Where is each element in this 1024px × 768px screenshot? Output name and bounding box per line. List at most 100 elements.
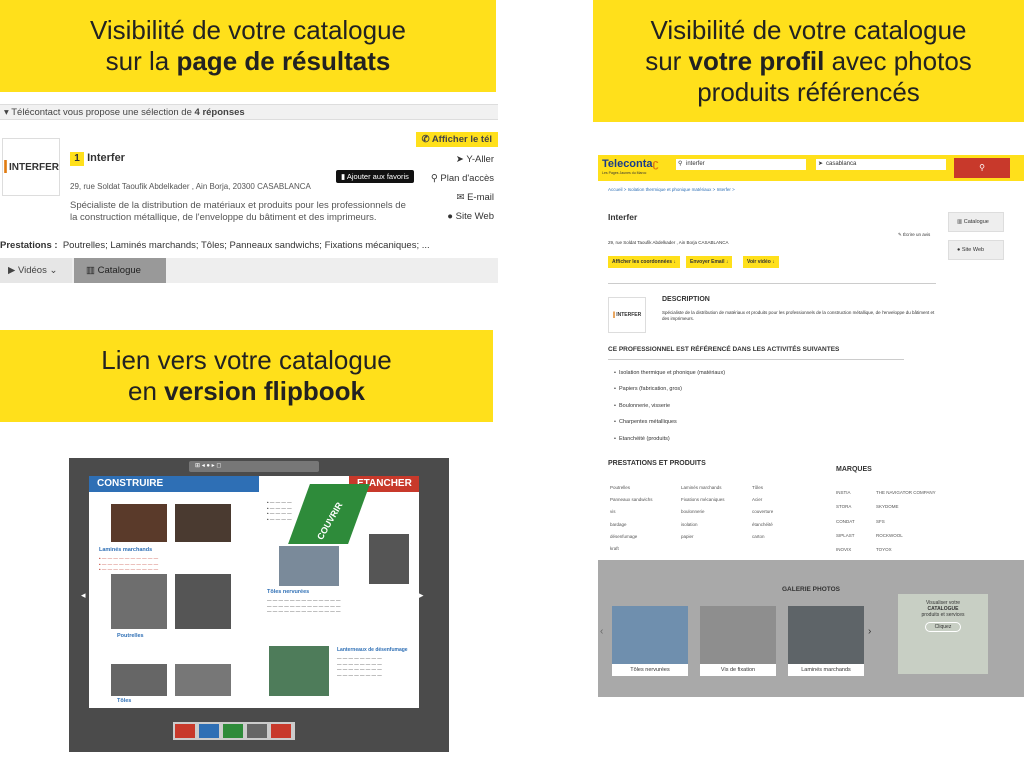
flipbook-caption-line1: Lien vers votre catalogue [101, 345, 392, 375]
location-value: casablanca [826, 161, 857, 167]
prestation-item[interactable]: papier [681, 534, 694, 539]
thumbnail[interactable] [247, 724, 267, 738]
gallery-prev-icon[interactable]: ‹ [600, 626, 603, 637]
show-contact-button[interactable]: Afficher les coordonnées ↓ [608, 256, 680, 268]
gallery-item[interactable]: Tôles nervurées [612, 606, 688, 676]
results-caption: Visibilité de votre catalogue sur la pag… [0, 0, 496, 92]
thumbnail[interactable] [199, 724, 219, 738]
profile-company-name: Interfer [608, 212, 638, 222]
gallery-next-icon[interactable]: › [868, 626, 871, 637]
prestations-list[interactable]: Poutrelles; Laminés marchands; Tôles; Pa… [63, 240, 430, 251]
prestation-item[interactable]: Fixations mécaniques [681, 497, 725, 502]
section-title: Tôles [117, 698, 132, 704]
activity-item[interactable]: • Charpentes métalliques [614, 419, 677, 425]
cta-button[interactable]: Cliquez [925, 622, 961, 632]
page-thumbnails[interactable] [173, 722, 295, 740]
brand-item[interactable]: INOVIX [836, 547, 851, 552]
breadcrumb[interactable]: Accueil > Isolation thermique et phoniqu… [608, 187, 735, 192]
prestation-item[interactable]: désenfumage [610, 534, 637, 539]
search-icon: ⚲ [678, 161, 683, 167]
next-page-icon[interactable]: ▸ [419, 590, 424, 601]
book-icon: ▥ [957, 219, 964, 225]
divider [608, 283, 936, 284]
thumbnail[interactable] [175, 724, 195, 738]
map-link[interactable]: ⚲ Plan d'accès [431, 173, 494, 184]
flipbook-left-page[interactable]: CONSTRUIRE Laminés marchands • — — — — —… [89, 476, 259, 708]
gallery-item[interactable]: Laminés marchands [788, 606, 864, 676]
brand-name: Teleconta [602, 158, 653, 170]
activity-item[interactable]: • Etanchéité (produits) [614, 436, 670, 442]
prestation-item[interactable]: Poutrelles [610, 485, 630, 490]
prestation-item[interactable]: couverture [752, 509, 773, 514]
side-website-button[interactable]: ● Site Web [948, 240, 1004, 260]
tab-videos[interactable]: ▶ Vidéos ⌄ [0, 258, 72, 283]
prestation-item[interactable]: vis [610, 509, 616, 514]
thumbnail[interactable] [223, 724, 243, 738]
map-pin-icon: ⚲ [430, 173, 441, 184]
company-name[interactable]: Interfer [87, 152, 125, 164]
brand-item[interactable]: TOYOX [876, 547, 892, 552]
brand-item[interactable]: SIPLAST [836, 533, 855, 538]
show-contact-label: Afficher les coordonnées [612, 259, 673, 265]
prestation-item[interactable]: boulonnerie [681, 509, 705, 514]
activity-item[interactable]: • Papiers (fabrication, gros) [614, 386, 682, 392]
tab-catalogue-label: Catalogue [97, 265, 141, 276]
brand-item[interactable]: INSTIA [836, 490, 851, 495]
send-email-button[interactable]: Envoyer Email ↓ [686, 256, 733, 268]
thumbnail[interactable] [271, 724, 291, 738]
brand-item[interactable]: THE NAVIGATOR COMPANY [876, 490, 936, 495]
brand-item[interactable]: ROCKWOOL [876, 533, 903, 538]
description-title: DESCRIPTION [662, 296, 710, 303]
site-logo[interactable]: Telecontaʗ [602, 158, 659, 170]
company-logo[interactable]: I INTERFER [2, 138, 60, 196]
write-review-link[interactable]: ✎ Écrire un avis [898, 232, 930, 238]
website-link[interactable]: ● Site Web [447, 211, 494, 222]
gallery-item[interactable]: Vis de fixation [700, 606, 776, 676]
toolbar-controls-icon[interactable]: ⊞ ◂ ● ▸ ◻ [195, 462, 221, 469]
search-input[interactable]: interfer [676, 159, 806, 170]
location-input[interactable]: casablanca [816, 159, 946, 170]
prestation-item[interactable]: Tôles [752, 485, 763, 490]
directions-link[interactable]: ➤ Y-Aller [456, 154, 494, 165]
brand-item[interactable]: SKYDOME [876, 504, 899, 509]
prestation-item[interactable]: Laminés marchands [681, 485, 722, 490]
prestation-item[interactable]: Acier [752, 497, 762, 502]
text-block: • — — — — • — — — — • — — — — • — — — — [267, 500, 292, 522]
brand-item[interactable]: SFS [876, 519, 885, 524]
flipbook-toolbar[interactable]: ⊞ ◂ ● ▸ ◻ [189, 461, 319, 472]
gallery-caption: Tôles nervurées [630, 667, 670, 673]
section-title: Poutrelles [117, 633, 144, 639]
previous-page-icon[interactable]: ◂ [81, 590, 86, 601]
caret-down-icon[interactable]: ▾ [4, 107, 9, 118]
prestation-item[interactable]: isolation [681, 522, 698, 527]
arrow-down-icon: ↓ [772, 259, 775, 265]
view-video-button[interactable]: Voir vidéo ↓ [743, 256, 779, 268]
show-phone-button[interactable]: ✆ Afficher le tél [415, 132, 498, 147]
add-favorite-button[interactable]: ▮ Ajouter aux favoris [336, 170, 414, 183]
brand-item[interactable]: CONDAT [836, 519, 855, 524]
prestation-item[interactable]: Panneaux sandwichs [610, 497, 653, 502]
gallery-title: GALERIE PHOTOS [781, 586, 841, 593]
activity-item[interactable]: • Boulonnerie, visserie [614, 403, 670, 409]
tab-catalogue[interactable]: ▥ Catalogue [74, 258, 166, 283]
product-photo [279, 546, 339, 586]
result-title[interactable]: 1 Interfer [70, 152, 125, 166]
activity-item[interactable]: • Isolation thermique et phonique (matér… [614, 370, 725, 376]
prestation-item[interactable]: kraft [610, 546, 619, 551]
email-link[interactable]: ✉ E-mail [456, 192, 494, 203]
catalogue-cta[interactable]: Visualiser votre CATALOGUE produits et s… [898, 594, 988, 674]
search-button[interactable]: ⚲ [954, 158, 1010, 178]
side-catalogue-label: Catalogue [963, 219, 989, 225]
product-photo [175, 664, 231, 696]
prestations-label: Prestations : [0, 240, 58, 251]
prestation-item[interactable]: carton [752, 534, 765, 539]
profile-caption-pre: sur [645, 45, 689, 76]
profile-logo-text: INTERFER [616, 312, 642, 318]
flipbook-right-page[interactable]: ETANCHER COUVRIR • — — — — • — — — — • — —… [259, 476, 419, 708]
send-email-label: Envoyer Email [690, 259, 725, 265]
brand-item[interactable]: STORA [836, 504, 851, 509]
prestation-item[interactable]: bardage [610, 522, 627, 527]
prestation-item[interactable]: étanchéité [752, 522, 773, 527]
side-catalogue-button[interactable]: ▥ Catalogue [948, 212, 1004, 232]
prestations-row: Prestations : Poutrelles; Laminés marcha… [0, 240, 430, 251]
